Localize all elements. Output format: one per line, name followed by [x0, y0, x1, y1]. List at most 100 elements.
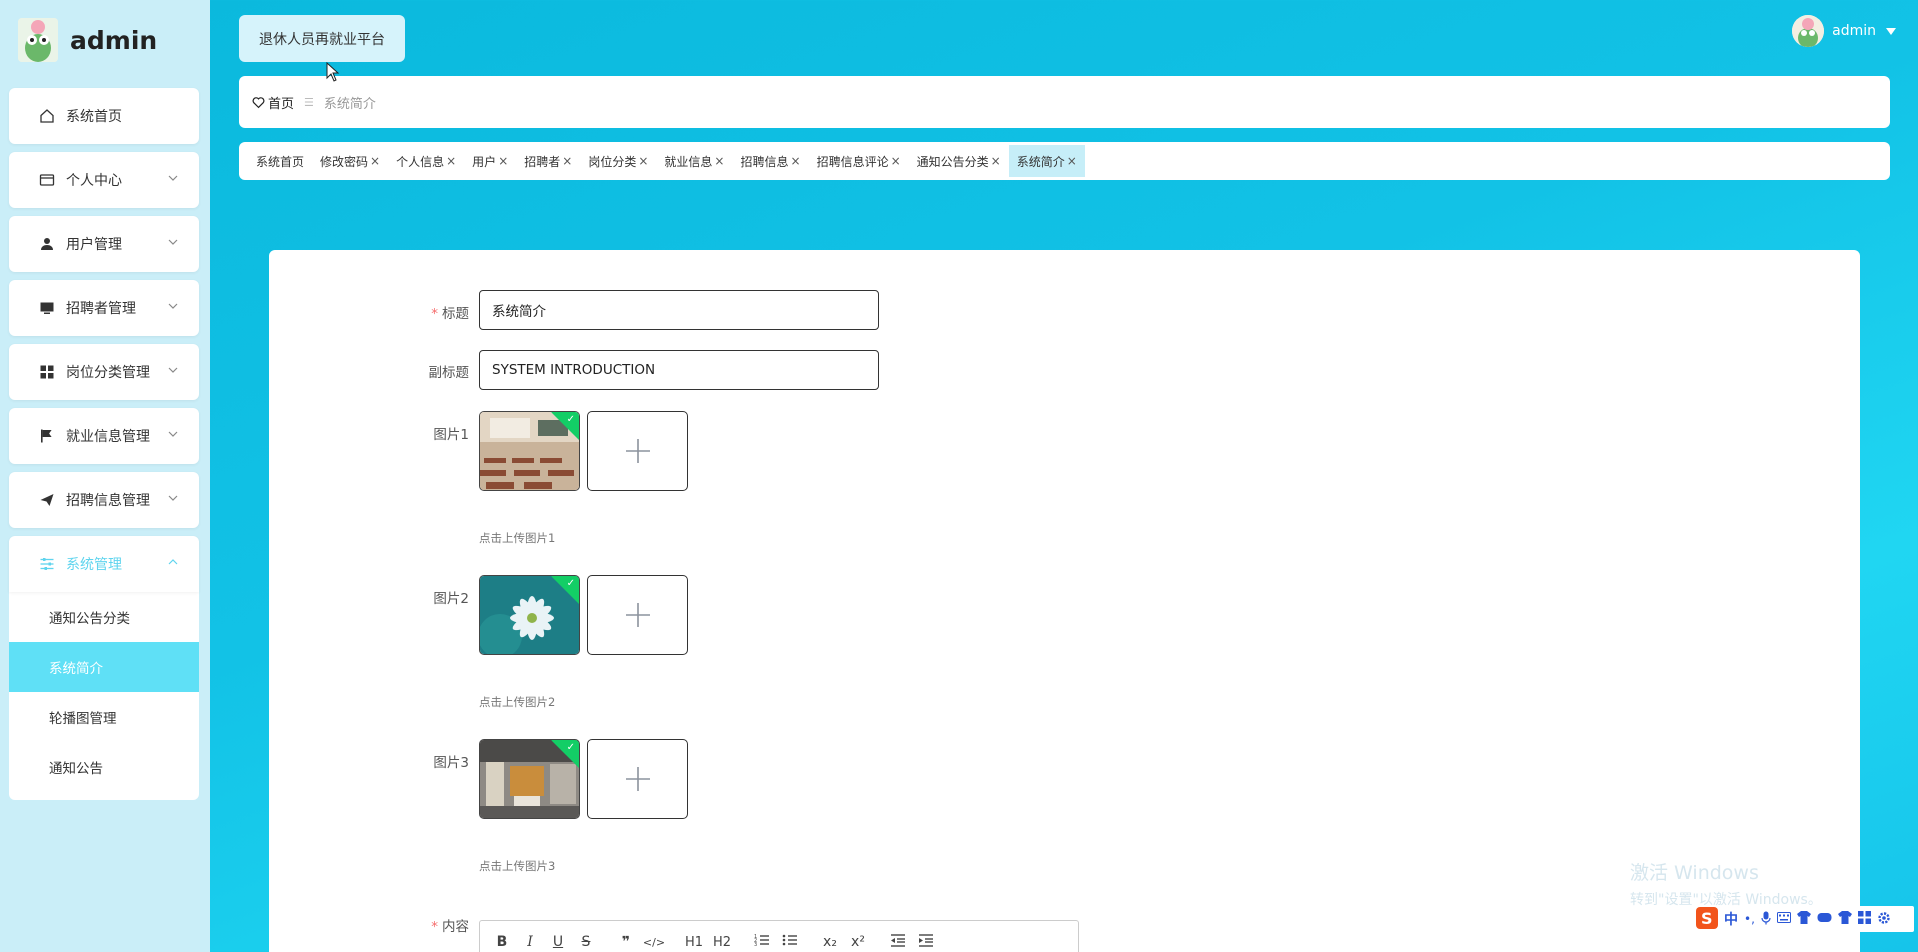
title-input[interactable]: 系统简介 — [479, 290, 879, 330]
heart-icon — [252, 96, 265, 108]
close-icon[interactable]: × — [446, 154, 456, 168]
pic1-upload-button[interactable] — [587, 411, 688, 491]
tab-notice-categories[interactable]: 通知公告分类 × — [909, 145, 1009, 177]
sidebar-menu: 系统首页 个人中心 用户管理 招聘者管理 岗位分类管理 就业信息管理 招聘信息管… — [9, 88, 199, 800]
pic3-upload-button[interactable] — [587, 739, 688, 819]
close-icon[interactable]: × — [562, 154, 572, 168]
code-button[interactable]: </> — [640, 936, 668, 949]
tab-recruitment-comments[interactable]: 招聘信息评论 × — [809, 145, 909, 177]
bold-button[interactable]: B — [488, 934, 516, 950]
bullet-list-icon[interactable] — [776, 933, 804, 951]
shirt-icon[interactable] — [1837, 911, 1852, 927]
sidebar: admin 系统首页 个人中心 用户管理 招聘者管理 岗位分类管理 就业信息管理… — [0, 0, 210, 952]
rich-text-editor[interactable]: B I U S ❞ </> H1 H2 123 x₂ x² — [479, 920, 1079, 952]
sidebar-item-recruitment[interactable]: 招聘信息管理 — [9, 472, 199, 528]
tab-label: 就业信息 — [664, 154, 713, 169]
strike-button[interactable]: S — [572, 934, 600, 950]
plus-icon — [625, 439, 650, 463]
close-icon[interactable]: × — [791, 154, 801, 168]
tab-label: 招聘信息 — [740, 154, 789, 169]
check-icon: ✓ — [566, 742, 575, 753]
submenu-notice-categories[interactable]: 通知公告分类 — [9, 592, 199, 642]
grid-menu-icon[interactable] — [1857, 911, 1871, 927]
breadcrumb-home[interactable]: 首页 — [252, 93, 294, 112]
gamepad-icon[interactable] — [1817, 912, 1832, 926]
required-mark: * — [431, 306, 438, 322]
blockquote-button[interactable]: ❞ — [612, 934, 640, 950]
indent-icon[interactable] — [912, 933, 940, 951]
sidebar-item-recruiters[interactable]: 招聘者管理 — [9, 280, 199, 336]
settings-gear-icon[interactable] — [1877, 911, 1891, 928]
sidebar-item-label: 系统首页 — [66, 109, 122, 125]
system-submenu: 通知公告分类 系统简介 轮播图管理 通知公告 — [9, 592, 199, 800]
sidebar-item-label: 招聘者管理 — [66, 301, 136, 317]
ime-toolbar[interactable]: S 中 •, — [1692, 906, 1914, 932]
chevron-down-icon — [168, 431, 178, 437]
card-icon — [39, 172, 55, 188]
italic-button[interactable]: I — [516, 934, 544, 950]
outdent-icon[interactable] — [884, 933, 912, 951]
user-menu[interactable]: admin — [1792, 15, 1896, 47]
close-icon[interactable]: × — [1067, 154, 1077, 168]
pic2-upload-button[interactable] — [587, 575, 688, 655]
superscript-button[interactable]: x² — [844, 934, 872, 950]
sidebar-item-home[interactable]: 系统首页 — [9, 88, 199, 144]
sidebar-item-profile[interactable]: 个人中心 — [9, 152, 199, 208]
submenu-system-intro[interactable]: 系统简介 — [9, 642, 199, 692]
heading2-button[interactable]: H2 — [708, 935, 736, 950]
punctuation-icon[interactable]: •, — [1744, 912, 1755, 926]
ordered-list-icon[interactable]: 123 — [748, 933, 776, 951]
plus-icon — [625, 767, 650, 791]
keyboard-icon[interactable] — [1776, 912, 1791, 926]
microphone-icon[interactable] — [1761, 911, 1771, 928]
sidebar-item-employment[interactable]: 就业信息管理 — [9, 408, 199, 464]
tab-label: 通知公告分类 — [916, 154, 989, 169]
pic1-tip: 点击上传图片1 — [479, 531, 556, 545]
form-card: * 标题 系统简介 副标题 SYSTEM INTRODUCTION 图片1 ✓ 点… — [269, 250, 1860, 952]
tab-recruitment[interactable]: 招聘信息 × — [732, 145, 808, 177]
tab-home[interactable]: 系统首页 — [248, 145, 312, 177]
chevron-down-icon — [168, 239, 178, 245]
pic2-label: 图片2 — [433, 591, 469, 607]
heading1-button[interactable]: H1 — [680, 935, 708, 950]
check-icon: ✓ — [566, 414, 575, 425]
close-icon[interactable]: × — [991, 154, 1001, 168]
tab-users[interactable]: 用户 × — [464, 145, 516, 177]
tab-recruiters[interactable]: 招聘者 × — [516, 145, 580, 177]
brand-title: admin — [70, 25, 158, 55]
tab-label: 招聘信息评论 — [816, 154, 889, 169]
close-icon[interactable]: × — [498, 154, 508, 168]
close-icon[interactable]: × — [714, 154, 724, 168]
grid-icon — [39, 364, 55, 380]
sidebar-item-system[interactable]: 系统管理 — [9, 536, 199, 592]
pic2-thumbnail[interactable]: ✓ — [479, 575, 580, 655]
pic3-tip: 点击上传图片3 — [479, 859, 556, 873]
pic3-thumbnail[interactable]: ✓ — [479, 739, 580, 819]
tab-job-categories[interactable]: 岗位分类 × — [580, 145, 656, 177]
subscript-button[interactable]: x₂ — [816, 934, 844, 950]
subtitle-input[interactable]: SYSTEM INTRODUCTION — [479, 350, 879, 390]
submenu-carousel[interactable]: 轮播图管理 — [9, 692, 199, 742]
submenu-notices[interactable]: 通知公告 — [9, 742, 199, 792]
close-icon[interactable]: × — [638, 154, 648, 168]
tab-label: 个人信息 — [396, 154, 445, 169]
sidebar-item-job-categories[interactable]: 岗位分类管理 — [9, 344, 199, 400]
content-label: * 内容 — [431, 919, 469, 935]
close-icon[interactable]: × — [891, 154, 901, 168]
ime-mode[interactable]: 中 — [1724, 909, 1738, 929]
sidebar-item-label: 个人中心 — [66, 173, 122, 189]
close-icon[interactable]: × — [370, 154, 380, 168]
underline-button[interactable]: U — [544, 934, 572, 950]
breadcrumb-current: 系统简介 — [323, 96, 376, 112]
plus-icon — [625, 603, 650, 627]
tab-change-password[interactable]: 修改密码 × — [312, 145, 388, 177]
pic1-label: 图片1 — [433, 427, 469, 443]
tab-system-intro[interactable]: 系统简介 × — [1008, 145, 1085, 177]
sidebar-item-users[interactable]: 用户管理 — [9, 216, 199, 272]
pic1-thumbnail[interactable]: ✓ — [479, 411, 580, 491]
chevron-down-icon — [168, 495, 178, 501]
tab-employment[interactable]: 就业信息 × — [656, 145, 732, 177]
skin-icon[interactable] — [1796, 911, 1811, 927]
check-icon: ✓ — [566, 578, 575, 589]
tab-personal-info[interactable]: 个人信息 × — [388, 145, 464, 177]
